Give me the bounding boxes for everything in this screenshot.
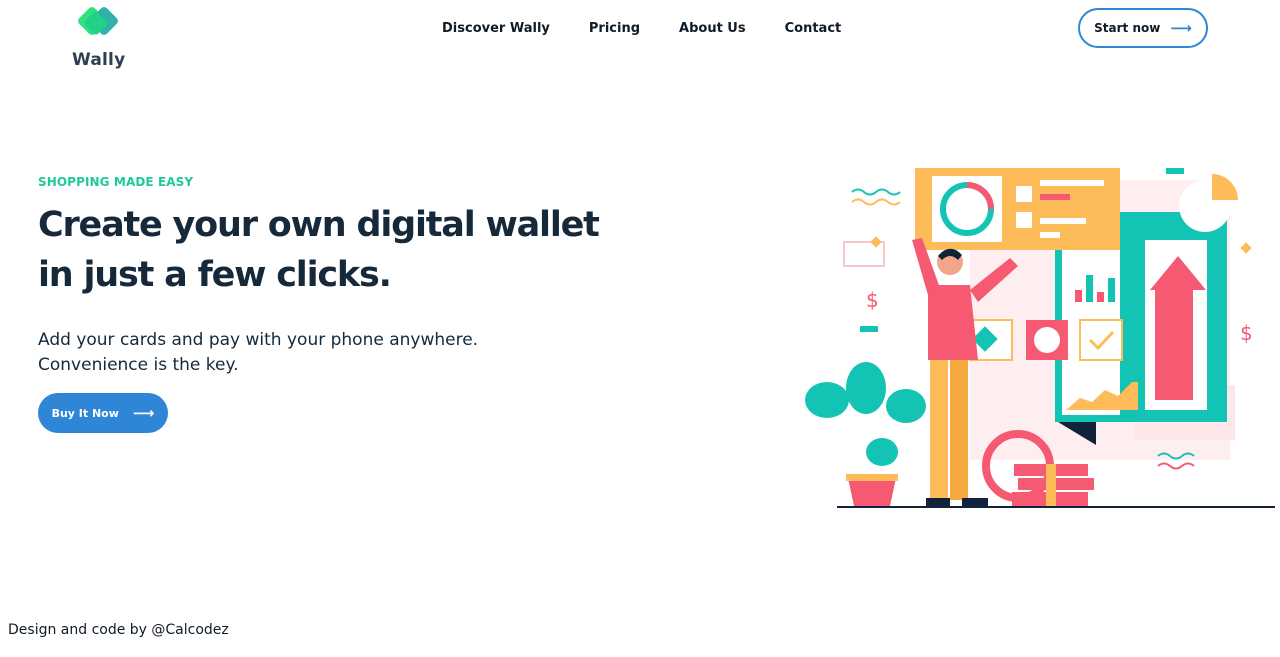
- dollar-icon: $: [866, 288, 879, 312]
- card-line: [1040, 232, 1060, 238]
- main-nav: Discover Wally Pricing About Us Contact: [442, 21, 880, 36]
- hero-eyebrow: SHOPPING MADE EASY: [38, 175, 194, 189]
- floor-line: [837, 506, 1275, 508]
- wave-icon: [851, 188, 901, 196]
- hero-illustration: $ $: [805, 168, 1275, 508]
- wallet-logo-icon: [78, 7, 118, 35]
- plant-pot: [848, 478, 896, 506]
- card-square: [1016, 186, 1032, 202]
- leaf-shape: [805, 382, 849, 418]
- leaf-shape: [846, 362, 886, 414]
- tile-shape: [1079, 319, 1123, 361]
- box-ribbon: [1046, 464, 1056, 506]
- plant-pot-rim: [846, 474, 898, 481]
- hero-subtitle: Add your cards and pay with your phone a…: [38, 328, 478, 378]
- person-torso: [928, 285, 978, 360]
- arrow-bar-shape: [1155, 290, 1193, 400]
- person-leg: [930, 360, 948, 500]
- bar-chart-bar: [1097, 292, 1104, 302]
- hero-subtitle-line-2: Convenience is the key.: [38, 355, 239, 375]
- hero-subtitle-line-1: Add your cards and pay with your phone a…: [38, 330, 479, 350]
- wave-icon: [851, 198, 901, 206]
- card-line: [1040, 218, 1086, 224]
- buy-it-now-label: Buy It Now: [51, 406, 119, 420]
- footer-credit: Design and code by @Calcodez: [8, 622, 229, 638]
- start-now-button[interactable]: Start now ⟶: [1078, 8, 1208, 48]
- card-line: [1040, 194, 1070, 200]
- circle-icon: [1034, 327, 1060, 353]
- bar-chart-bar: [1086, 275, 1093, 302]
- card-line: [1040, 180, 1104, 186]
- person-shoe: [926, 498, 950, 506]
- card-square: [1016, 212, 1032, 228]
- nav-item-pricing[interactable]: Pricing: [589, 21, 640, 36]
- sparkle-shape: [1240, 242, 1252, 254]
- start-now-label: Start now: [1094, 21, 1161, 35]
- buy-it-now-button[interactable]: Buy It Now ⟶: [38, 393, 168, 433]
- dash-shape: [860, 326, 878, 332]
- leaf-shape: [866, 438, 898, 466]
- arrow-right-icon: ⟶: [132, 404, 155, 422]
- bar-chart-bar: [1108, 278, 1115, 302]
- leaf-shape: [886, 389, 926, 423]
- nav-item-discover-wally[interactable]: Discover Wally: [442, 21, 550, 36]
- pie-icon: [1212, 174, 1238, 200]
- dollar-icon: $: [1240, 321, 1253, 345]
- nav-item-about-us[interactable]: About Us: [679, 21, 746, 36]
- brand-name: Wally: [72, 50, 126, 70]
- nav-item-contact[interactable]: Contact: [785, 21, 842, 36]
- arrow-right-icon: ⟶: [1170, 19, 1192, 37]
- person-leg: [950, 360, 968, 500]
- bar-chart-bar: [1075, 290, 1082, 302]
- person-shoe: [962, 498, 988, 506]
- dash-shape: [1166, 168, 1184, 174]
- wave-icon: [1157, 462, 1195, 470]
- brand-logo[interactable]: Wally: [72, 6, 126, 70]
- hero-title: Create your own digital wallet in just a…: [38, 205, 600, 295]
